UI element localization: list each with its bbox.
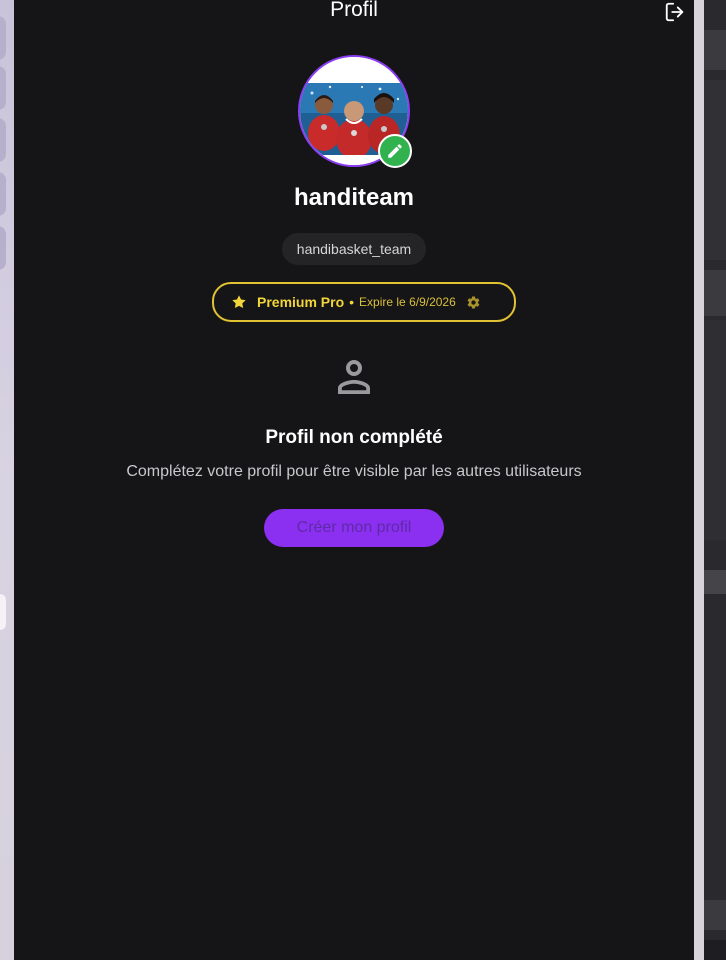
- background-nav-item: [0, 118, 6, 162]
- background-divider: [694, 0, 704, 960]
- background-block: [704, 570, 726, 594]
- background-card: [0, 594, 6, 630]
- premium-plan-label: Premium Pro: [257, 294, 345, 310]
- premium-badge[interactable]: Premium Pro • Expire le 6/9/2026: [212, 282, 516, 322]
- profile-panel: Profil handiteam handibasket_team Premiu…: [14, 0, 694, 960]
- star-icon: [232, 295, 246, 309]
- background-nav-item: [0, 226, 6, 270]
- empty-state-description: Complétez votre profil pour être visible…: [126, 463, 582, 480]
- username-text: handibasket_team: [296, 241, 412, 257]
- logout-icon: [665, 2, 684, 22]
- empty-state-title: Profil non complété: [265, 427, 443, 448]
- profile-name: handiteam: [293, 184, 415, 211]
- background-nav-item: [0, 172, 6, 216]
- logout-button[interactable]: [664, 1, 686, 23]
- create-profile-button[interactable]: Créer mon profil: [264, 509, 444, 547]
- background-left-strip: [0, 0, 14, 960]
- edit-avatar-button[interactable]: [378, 134, 412, 168]
- background-block: [704, 270, 726, 316]
- background-block: [704, 80, 726, 260]
- background-right-strip: [694, 0, 726, 960]
- background-nav-item: [0, 66, 6, 110]
- pencil-icon: [388, 144, 402, 158]
- background-block: [704, 900, 726, 930]
- premium-expire-date: Expire le 6/9/2026: [359, 295, 456, 309]
- page-title: Profil: [330, 0, 378, 21]
- username-badge: handibasket_team: [282, 233, 426, 265]
- background-block: [704, 320, 726, 540]
- person-icon: [338, 360, 370, 394]
- background-nav-item: [0, 16, 6, 60]
- premium-separator: •: [349, 294, 355, 310]
- background-block: [704, 30, 726, 70]
- background-block: [704, 940, 726, 960]
- gear-icon[interactable]: [466, 295, 481, 310]
